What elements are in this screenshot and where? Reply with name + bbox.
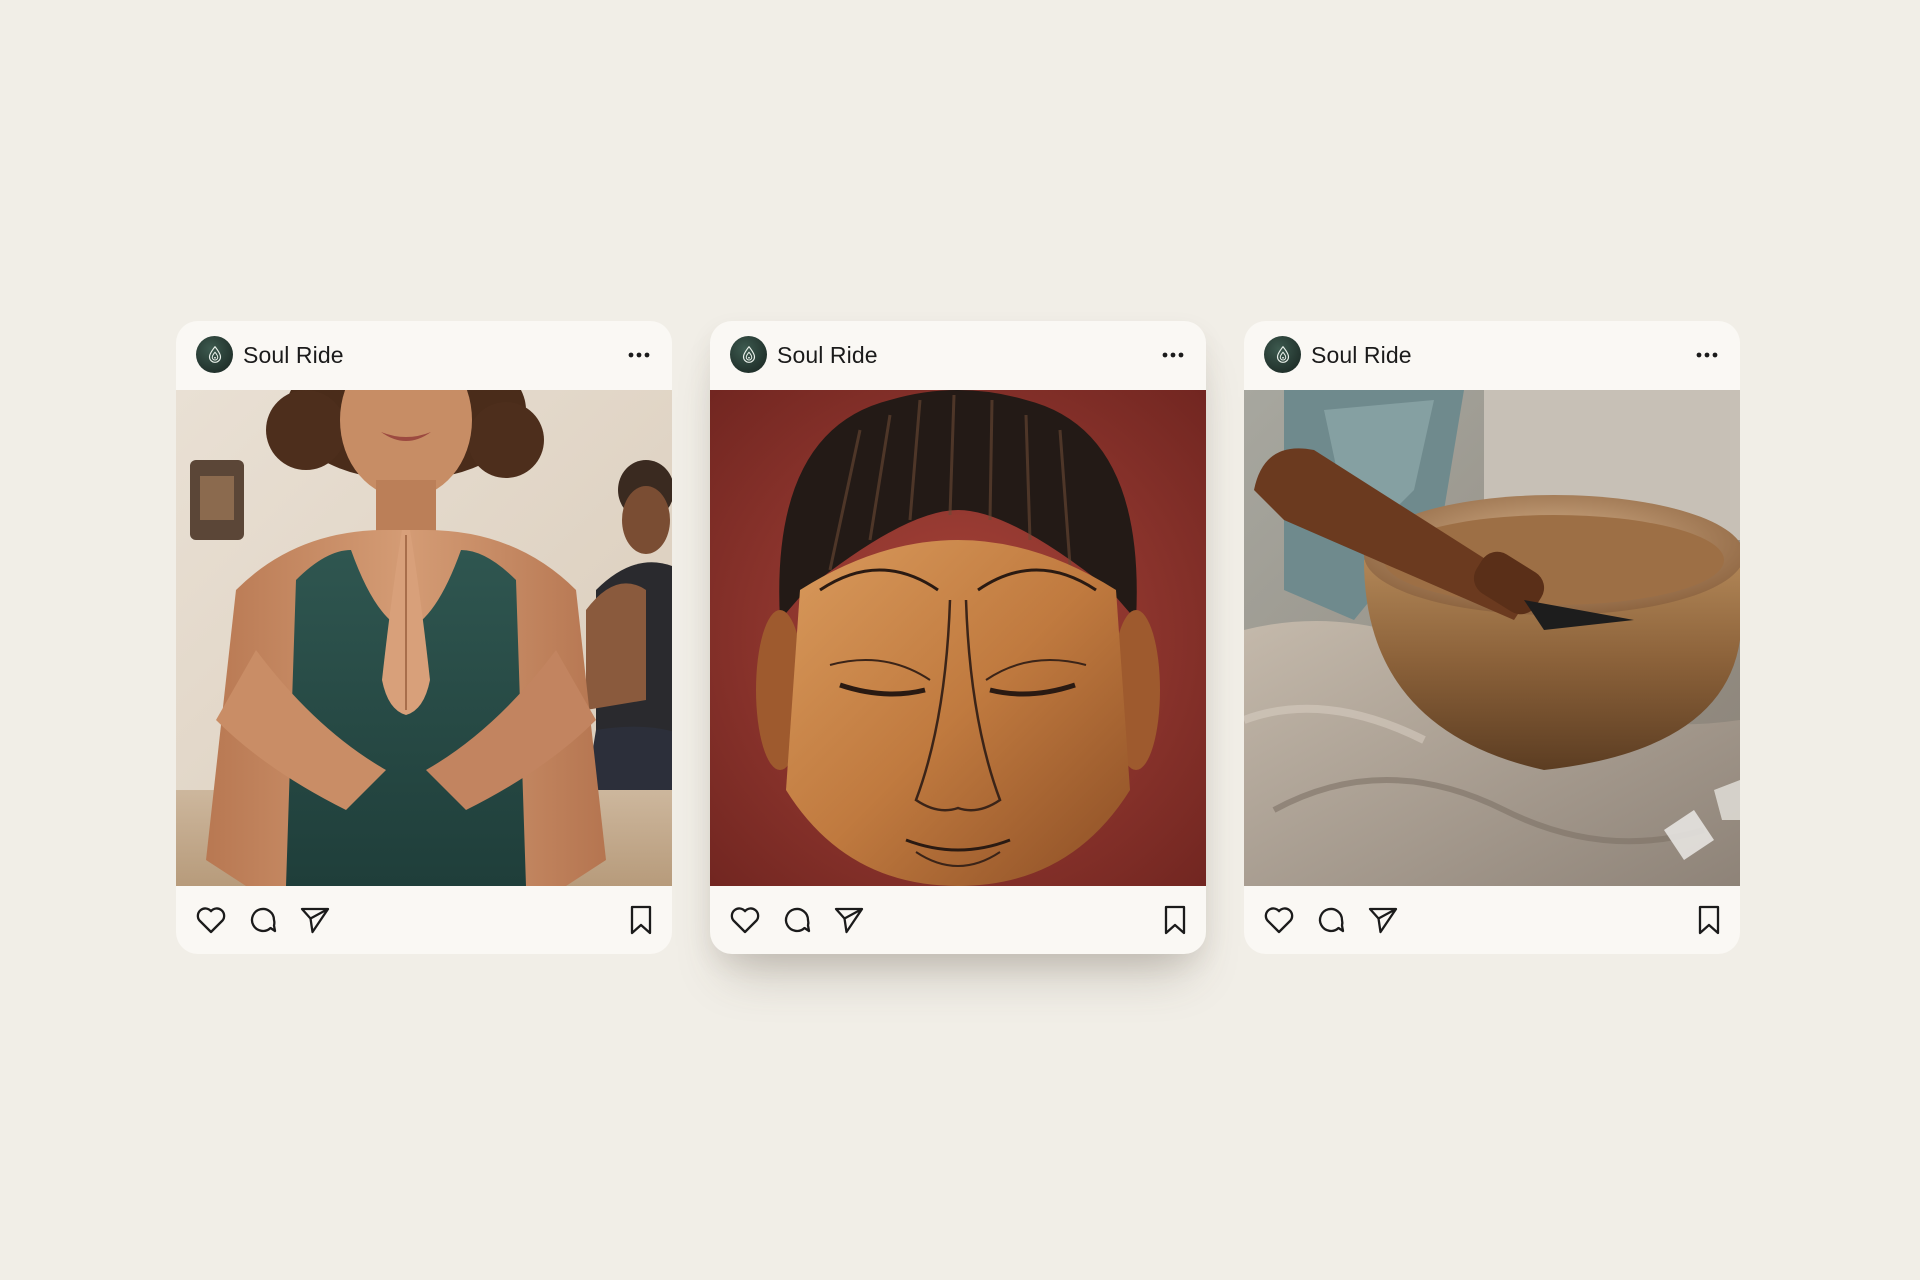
more-horizontal-icon[interactable] xyxy=(1160,343,1186,367)
comment-icon[interactable] xyxy=(780,903,814,937)
post-header: Soul Ride xyxy=(1244,321,1740,390)
soul-ride-logo-icon xyxy=(1276,345,1289,363)
bookmark-icon[interactable] xyxy=(1158,903,1192,937)
post-card-1: Soul Ride xyxy=(176,321,672,954)
send-icon[interactable] xyxy=(1366,903,1400,937)
account-name[interactable]: Soul Ride xyxy=(1311,341,1412,369)
post-image-buddha[interactable] xyxy=(710,390,1206,886)
account-name[interactable]: Soul Ride xyxy=(243,341,344,369)
post-header: Soul Ride xyxy=(710,321,1206,390)
comment-icon[interactable] xyxy=(246,903,280,937)
post-header: Soul Ride xyxy=(176,321,672,390)
soul-ride-logo-icon xyxy=(208,345,221,363)
bookmark-icon[interactable] xyxy=(1692,903,1726,937)
post-actions xyxy=(710,886,1206,954)
avatar[interactable] xyxy=(1264,336,1301,373)
more-horizontal-icon[interactable] xyxy=(1694,343,1720,367)
avatar[interactable] xyxy=(730,336,767,373)
post-actions xyxy=(1244,886,1740,954)
post-image-yoga[interactable] xyxy=(176,390,672,886)
post-actions xyxy=(176,886,672,954)
heart-icon[interactable] xyxy=(194,903,228,937)
comment-icon[interactable] xyxy=(1314,903,1348,937)
post-card-2: Soul Ride xyxy=(710,321,1206,954)
post-card-3: Soul Ride xyxy=(1244,321,1740,954)
send-icon[interactable] xyxy=(832,903,866,937)
heart-icon[interactable] xyxy=(1262,903,1296,937)
posts-row: Soul Ride Soul Ride Soul Ride xyxy=(0,0,1920,1280)
post-image-singing-bowl[interactable] xyxy=(1244,390,1740,886)
send-icon[interactable] xyxy=(298,903,332,937)
soul-ride-logo-icon xyxy=(742,345,755,363)
account-name[interactable]: Soul Ride xyxy=(777,341,878,369)
more-horizontal-icon[interactable] xyxy=(626,343,652,367)
bookmark-icon[interactable] xyxy=(624,903,658,937)
heart-icon[interactable] xyxy=(728,903,762,937)
avatar[interactable] xyxy=(196,336,233,373)
